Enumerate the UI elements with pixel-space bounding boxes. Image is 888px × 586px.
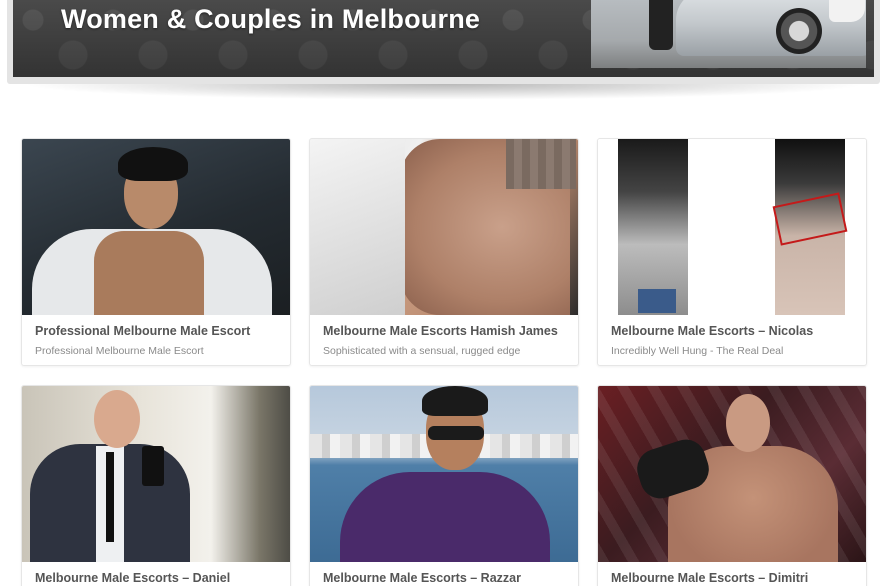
banner-shadow (20, 84, 868, 100)
listing-title[interactable]: Melbourne Male Escorts – Nicolas (611, 324, 861, 338)
banner-photo-headlight (829, 0, 865, 22)
listing-photo[interactable] (22, 386, 290, 562)
listing-title[interactable]: Melbourne Male Escorts – Daniel (35, 571, 285, 585)
listing-photo[interactable] (310, 139, 578, 315)
listing-title[interactable]: Professional Melbourne Male Escort (35, 324, 285, 338)
header-banner: Women & Couples in Melbourne (7, 0, 880, 84)
listing-card[interactable]: Melbourne Male Escorts – Daniel (21, 385, 291, 586)
banner-photo-wheel (776, 8, 822, 54)
banner-title: Women & Couples in Melbourne (61, 4, 481, 34)
listing-title[interactable]: Melbourne Male Escorts – Dimitri (611, 571, 861, 585)
listing-photo[interactable] (598, 139, 866, 315)
listing-photo[interactable] (310, 386, 578, 562)
banner-photo (591, 0, 866, 68)
listing-subtitle: Sophisticated with a sensual, rugged edg… (323, 345, 521, 357)
listing-photo[interactable] (598, 386, 866, 562)
listing-card[interactable]: Melbourne Male Escorts – Nicolas Incredi… (597, 138, 867, 366)
listing-subtitle: Incredibly Well Hung - The Real Deal (611, 345, 784, 357)
banner-background: Women & Couples in Melbourne (13, 0, 874, 77)
listing-title[interactable]: Melbourne Male Escorts – Razzar (323, 571, 573, 585)
listing-card[interactable]: Melbourne Male Escorts – Razzar (309, 385, 579, 586)
banner-photo-figure (649, 0, 673, 50)
listing-card[interactable]: Melbourne Male Escorts Hamish James Soph… (309, 138, 579, 366)
listing-subtitle: Professional Melbourne Male Escort (35, 345, 204, 357)
listing-card[interactable]: Melbourne Male Escorts – Dimitri (597, 385, 867, 586)
listing-photo[interactable] (22, 139, 290, 315)
listing-title[interactable]: Melbourne Male Escorts Hamish James (323, 324, 573, 338)
listing-card[interactable]: Professional Melbourne Male Escort Profe… (21, 138, 291, 366)
